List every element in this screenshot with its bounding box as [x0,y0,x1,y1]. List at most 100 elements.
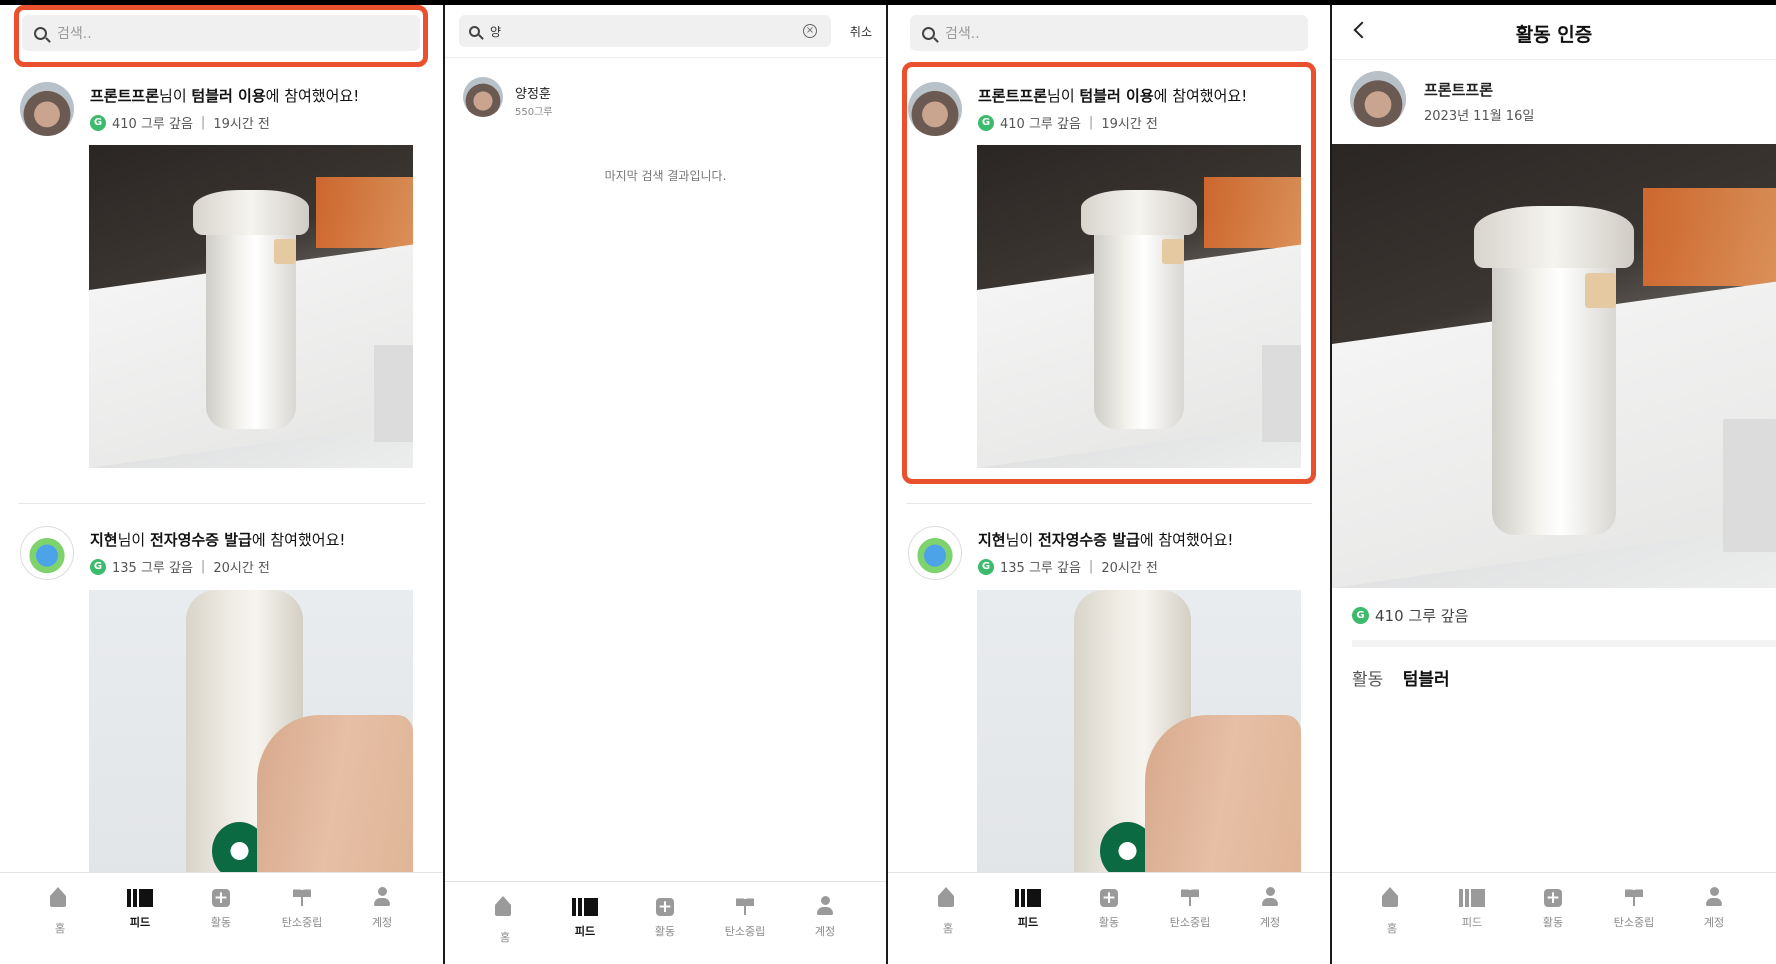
nav-activity[interactable]: + 활동 [1513,887,1593,930]
post-activity: 텀블러 이용 [191,87,266,105]
avatar[interactable] [20,82,74,136]
nav-home[interactable]: 홈 [465,896,545,945]
nav-feed[interactable]: 피드 [545,896,625,939]
page-title: 활동 인증 [1515,24,1593,46]
nav-carbon[interactable]: 탄소중립 [262,887,342,930]
post-photo[interactable] [89,590,413,880]
post-time: 19시간 전 [213,117,270,132]
post-title: 지현님이 전자영수증 발급에 참여했어요! [90,529,345,550]
meta-divider: | [200,115,206,130]
header-divider [445,57,886,58]
post-user: 프론트프론 [90,87,160,105]
cancel-button[interactable]: 취소 [850,23,872,40]
user-icon [1705,887,1723,907]
clear-icon[interactable]: × [803,24,817,38]
points-badge-icon: G [90,558,106,575]
nav-account[interactable]: 계정 [1230,887,1310,930]
nav-account[interactable]: 계정 [342,887,422,930]
detail-points-text: 410 그루 갚음 [1375,607,1469,625]
post-tail: 에 참여했어요! [265,87,360,105]
post-user: 지현 [90,531,118,549]
post-activity: 전자영수증 발급 [1037,531,1140,549]
nav-activity[interactable]: + 활동 [625,896,705,939]
nav-home[interactable]: 홈 [908,887,988,936]
search-highlight-box [14,5,428,67]
avatar[interactable] [463,77,503,117]
bottom-nav: 홈 피드 + 활동 탄소중립 계정 [888,872,1330,964]
nav-label: 홈 [942,922,954,935]
search-input[interactable]: 양 × [459,15,831,47]
activity-detail-screen: 활동 인증 프론트프론 2023년 11월 16일 G 410 그루 갚음 활동… [1332,5,1776,964]
bottom-nav: 홈 피드 + 활동 탄소중립 계정 [445,881,886,964]
post-photo[interactable] [977,590,1301,880]
meta-divider: | [200,559,206,574]
post-meta: G 135 그루 갚음 | 20시간 전 [90,557,270,576]
nav-carbon[interactable]: 탄소중립 [1594,887,1674,930]
nav-label: 피드 [1017,916,1039,929]
feed-screen: 검색.. 프론트프론님이 텀블러 이용에 참여했어요! G 410 그루 갚음 … [888,5,1330,964]
plus-icon: + [212,888,230,908]
detail-photo [1332,144,1776,588]
avatar[interactable] [908,526,962,580]
nav-label: 활동 [1098,916,1120,929]
nav-feed[interactable]: 피드 [100,887,180,930]
nav-feed[interactable]: 피드 [1432,887,1512,930]
detail-date: 2023년 11월 16일 [1424,109,1535,124]
feed-icon [1459,889,1485,907]
post-user: 지현 [978,531,1006,549]
feed-screen: 검색.. 프론트프론님이 텀블러 이용에 참여했어요! G 410 그루 갚음 … [0,5,443,964]
nav-home[interactable]: 홈 [1352,887,1432,936]
post-photo[interactable] [89,145,413,468]
sprout-icon [292,887,312,907]
nav-feed[interactable]: 피드 [988,887,1068,930]
post-time: 20시간 전 [1101,561,1158,576]
search-icon [922,26,935,40]
post-highlight-box [902,62,1316,484]
nav-activity[interactable]: + 활동 [1069,887,1149,930]
home-icon [937,887,959,911]
nav-carbon[interactable]: 탄소중립 [705,896,785,939]
post-divider [906,503,1312,504]
nav-label: 탄소중립 [1613,916,1655,929]
result-points: 550그루 [515,107,553,118]
search-bar[interactable]: 검색.. [910,15,1308,51]
home-icon [1381,887,1403,911]
nav-label: 활동 [210,916,232,929]
nav-account[interactable]: 계정 [1674,887,1754,930]
nav-label: 홈 [499,931,511,944]
end-of-results-message: 마지막 검색 결과입니다. [604,169,727,183]
post-tail: 에 참여했어요! [251,531,346,549]
avatar[interactable] [1350,71,1406,127]
detail-activity-row: 활동 텀블러 [1352,665,1450,690]
detail-header: 활동 인증 [1332,5,1776,60]
post-activity: 전자영수증 발급 [149,531,252,549]
post-points: 410 그루 갚음 [112,117,193,132]
nav-label: 계정 [1703,916,1725,929]
nav-activity[interactable]: + 활동 [181,887,261,930]
avatar[interactable] [20,526,74,580]
nav-label: 피드 [574,925,596,938]
activity-value: 텀블러 [1402,670,1450,690]
post-title: 지현님이 전자영수증 발급에 참여했어요! [978,529,1233,550]
post-suffix: 님이 [1005,531,1038,549]
nav-label: 계정 [1259,916,1281,929]
plus-icon: + [656,897,674,917]
meta-divider: | [1088,559,1094,574]
post-meta: G 135 그루 갚음 | 20시간 전 [978,557,1158,576]
nav-label: 활동 [654,925,676,938]
user-icon [816,896,834,916]
result-name: 양정훈 [515,87,551,102]
nav-account[interactable]: 계정 [785,896,865,939]
nav-label: 탄소중립 [281,916,323,929]
section-divider [1352,640,1776,647]
nav-carbon[interactable]: 탄소중립 [1150,887,1230,930]
sprout-icon [735,896,755,916]
post-suffix: 님이 [159,87,192,105]
nav-home[interactable]: 홈 [20,887,100,936]
post-suffix: 님이 [117,531,150,549]
bottom-nav: 홈 피드 + 활동 탄소중립 계정 [1332,872,1776,964]
nav-label: 홈 [54,922,66,935]
points-badge-icon: G [1352,607,1369,624]
feed-icon [572,898,598,916]
bottom-nav: 홈 피드 + 활동 탄소중립 계정 [0,872,443,964]
